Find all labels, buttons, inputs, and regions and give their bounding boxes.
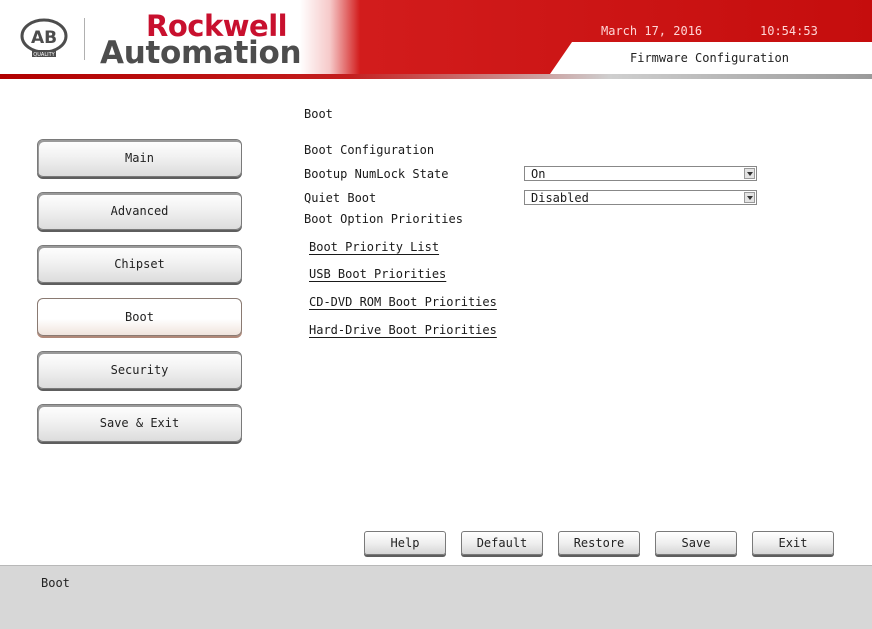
default-button[interactable]: Default — [461, 531, 543, 555]
exit-button-label: Exit — [778, 536, 808, 550]
sidebar-item-label: Save & Exit — [99, 416, 180, 430]
sidebar-item-security[interactable]: Security — [37, 351, 242, 389]
save-button[interactable]: Save — [655, 531, 737, 555]
cd-dvd-boot-priorities-link[interactable]: CD-DVD ROM Boot Priorities — [309, 295, 497, 309]
default-button-label: Default — [476, 536, 528, 550]
sidebar-item-label: Chipset — [114, 257, 165, 271]
header-strip — [0, 74, 872, 79]
sidebar-item-main[interactable]: Main — [37, 139, 242, 177]
help-button[interactable]: Help — [364, 531, 446, 555]
boot-priority-list-link[interactable]: Boot Priority List — [309, 240, 439, 254]
page-title: Firmware Configuration — [630, 51, 789, 65]
sidebar-item-label: Security — [110, 363, 169, 377]
save-button-label: Save — [681, 536, 711, 550]
chevron-down-icon[interactable] — [744, 192, 755, 203]
header-time: 10:54:53 — [760, 24, 818, 38]
sidebar-item-label: Advanced — [110, 204, 169, 218]
sidebar-item-chipset[interactable]: Chipset — [37, 245, 242, 283]
restore-button[interactable]: Restore — [558, 531, 640, 555]
logo-divider — [84, 18, 85, 60]
quiet-boot-value: Disabled — [531, 191, 589, 205]
exit-button[interactable]: Exit — [752, 531, 834, 555]
header-bar: AB QUALITY Rockwell Automation March 17,… — [0, 0, 872, 80]
restore-button-label: Restore — [573, 536, 625, 550]
sidebar-item-boot[interactable]: Boot — [37, 298, 242, 336]
hard-drive-boot-priorities-link[interactable]: Hard-Drive Boot Priorities — [309, 323, 497, 337]
section-heading: Boot — [304, 107, 333, 121]
sidebar-item-label: Boot — [125, 310, 154, 324]
boot-configuration-label: Boot Configuration — [304, 143, 435, 157]
numlock-select[interactable]: On — [524, 166, 757, 181]
chevron-down-icon[interactable] — [744, 168, 755, 179]
quiet-boot-select[interactable]: Disabled — [524, 190, 757, 205]
numlock-value: On — [531, 167, 546, 181]
usb-boot-priorities-link[interactable]: USB Boot Priorities — [309, 267, 446, 281]
sidebar-item-advanced[interactable]: Advanced — [37, 192, 242, 230]
logo-letters: AB — [31, 28, 57, 48]
help-button-label: Help — [390, 536, 420, 550]
header-date: March 17, 2016 — [601, 24, 703, 38]
status-bar: Boot — [0, 565, 872, 629]
boot-option-priorities-label: Boot Option Priorities — [304, 212, 463, 226]
quiet-boot-label: Quiet Boot — [304, 191, 377, 205]
numlock-label: Bootup NumLock State — [304, 167, 449, 181]
status-text: Boot — [41, 576, 70, 590]
sidebar-item-label: Main — [125, 151, 154, 165]
brand-name-line2: Automation — [100, 35, 302, 71]
ab-logo-icon: AB QUALITY — [20, 18, 68, 58]
sidebar-item-save-exit[interactable]: Save & Exit — [37, 404, 242, 442]
logo-quality-text: QUALITY — [33, 52, 55, 58]
